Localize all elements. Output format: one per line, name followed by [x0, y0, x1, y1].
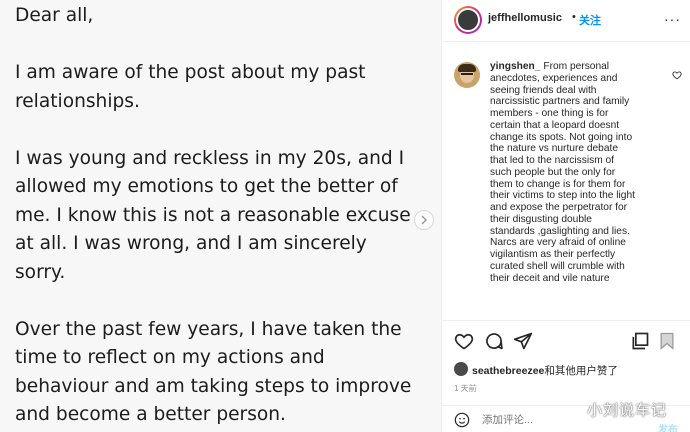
smiley-icon[interactable] [454, 412, 470, 428]
comment-line: seeing friends deal with [490, 84, 597, 96]
comment-line: that led to the narcissism of [490, 155, 615, 166]
statement-line: I was young and reckless in my 20s, and … [15, 147, 405, 169]
statement-text: Dear all, I am aware of the post about m… [15, 2, 433, 430]
comment-line: anecdotes, experiences and [490, 72, 618, 84]
comment-line: curated shell will crumble with [490, 260, 625, 272]
comment-line: vigilantism as their perfectly [490, 249, 616, 260]
heart-outline-icon[interactable] [672, 67, 682, 80]
liker-username[interactable]: seathebreezee [472, 365, 544, 377]
comment-line: their disgusting double [490, 213, 592, 225]
likes-summary: seathebreezee和其他用户赞了 [454, 362, 684, 378]
watermark-text: 小刘说车记 [587, 401, 668, 419]
comment-icon[interactable] [484, 331, 504, 351]
post-comment-button[interactable]: 发布 [658, 421, 678, 432]
statement-line: and become a better person. [15, 404, 286, 425]
liker-avatar[interactable] [454, 362, 468, 376]
action-bar [442, 320, 690, 360]
statement-line: time to reflect on my actions and [15, 347, 325, 368]
comment-line: standards ,gaslighting and lies. [490, 225, 630, 237]
statement-line: Dear all, [15, 5, 94, 26]
statement-line: relationships. [15, 90, 140, 112]
comment-line: Narcs are very afraid of online [490, 237, 626, 249]
commenter-avatar[interactable] [454, 62, 480, 88]
comment-line: and expose the perpetrator for [490, 202, 628, 213]
separator-dot: • [572, 11, 576, 23]
comment-line: From personal [543, 61, 610, 72]
send-icon[interactable] [513, 331, 533, 351]
post-timestamp: 1 天前 [454, 384, 477, 393]
comments-section: yingshen_ From personal anecdotes, experi… [442, 42, 690, 318]
statement-line: me. I know this is not a reasonable excu… [15, 204, 411, 226]
statement-line: I am aware of the post about my past [15, 62, 366, 83]
comment-line: their victims to step into the light [490, 190, 635, 202]
copy-icon[interactable] [630, 331, 650, 351]
statement-line: Over the past few years, I have taken th… [15, 318, 402, 340]
comment-line: them to change is for them for [490, 178, 626, 190]
commenter-username[interactable]: yingshen_ [490, 61, 540, 72]
comment-line: change its spots. Not going into [490, 131, 633, 143]
follow-button[interactable]: 关注 [579, 12, 601, 28]
statement-line: at all. I was wrong, and I am sincerely [15, 233, 367, 254]
post-sidebar: jeffhellomusic • 关注 ··· yingshen_ From pe… [441, 0, 690, 432]
comment-line: the nature vs nurture debate [490, 143, 618, 155]
statement-line: behaviour and am taking steps to improve [15, 375, 412, 397]
chevron-right-icon [419, 215, 429, 225]
likes-suffix: 和其他用户赞了 [544, 365, 618, 377]
bookmark-icon[interactable] [657, 331, 677, 351]
post-header: jeffhellomusic • 关注 ··· [442, 0, 690, 42]
post-image: Dear all, I am aware of the post about m… [0, 0, 441, 432]
comment-line: their deceit and vile nature [490, 272, 610, 284]
comment-line: members - one thing is for [490, 108, 609, 119]
comment-line: such people but the only for [490, 166, 616, 178]
author-avatar[interactable] [454, 6, 482, 34]
comment-line: narcissistic partners and family [490, 96, 630, 108]
statement-line: allowed my emotions to get the better of [15, 176, 398, 197]
likes-text[interactable]: seathebreezee和其他用户赞了 [472, 363, 618, 378]
more-horizontal-icon[interactable]: ··· [664, 11, 681, 27]
comment-line: certain that a leopard doesnt [490, 119, 620, 131]
comment-body: yingshen_ From personal anecdotes, experi… [490, 61, 668, 284]
next-image-button[interactable] [414, 210, 434, 230]
author-username[interactable]: jeffhellomusic [488, 12, 562, 24]
statement-line: sorry. [15, 261, 66, 283]
heart-icon[interactable] [454, 331, 474, 351]
